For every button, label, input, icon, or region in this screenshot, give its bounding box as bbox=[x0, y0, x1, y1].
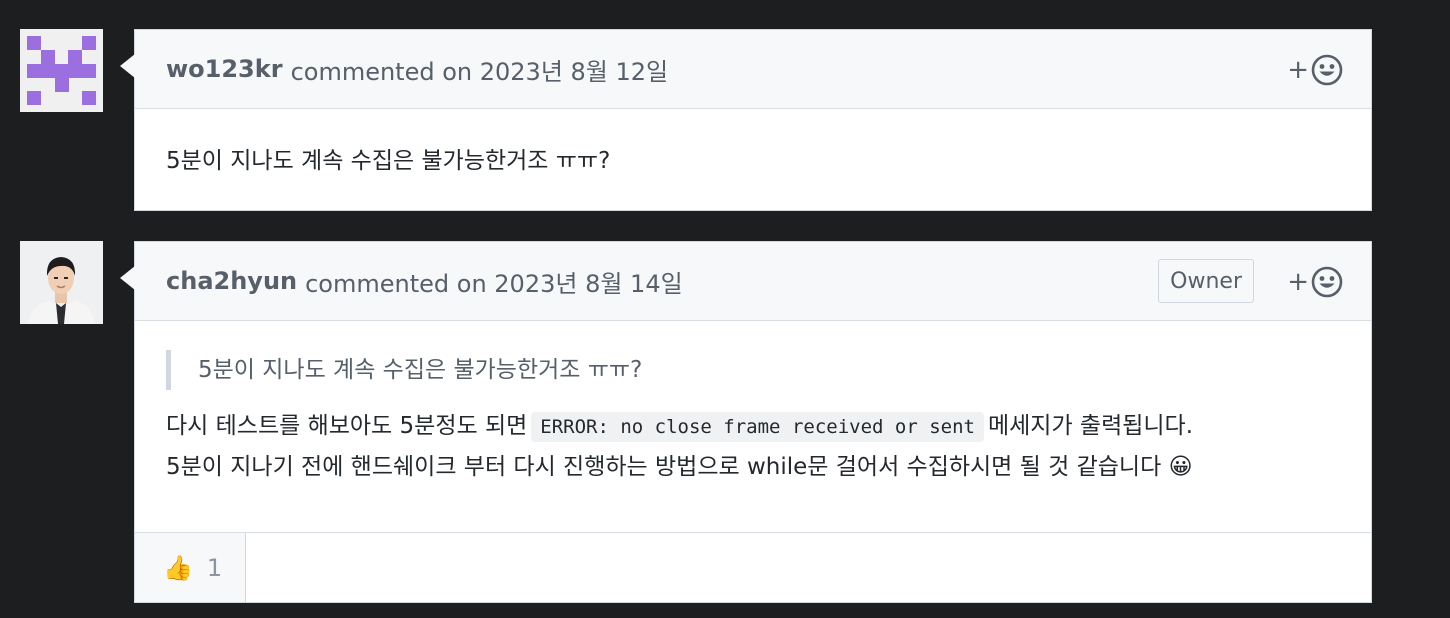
comment-box: cha2hyun commented on 2023년 8월 14일 Owner… bbox=[120, 241, 1372, 603]
comment-timestamp[interactable]: commented on 2023년 8월 14일 bbox=[305, 264, 683, 299]
inline-code: ERROR: no close frame received or sent bbox=[531, 412, 984, 442]
smiley-icon bbox=[1311, 54, 1343, 86]
quoted-reply: 5분이 지나도 계속 수집은 불가능한거조 ㅠㅠ? bbox=[166, 350, 1340, 390]
grinning-emoji: 😀 bbox=[1168, 454, 1193, 480]
comment-line: 5분이 지나기 전에 핸드쉐이크 부터 다시 진행하는 방법으로 while문 … bbox=[166, 447, 1340, 487]
comment-text: 5분이 지나도 계속 수집은 불가능한거조 ㅠㅠ? bbox=[166, 148, 611, 174]
smiley-icon bbox=[1311, 266, 1343, 298]
owner-badge: Owner bbox=[1158, 259, 1254, 303]
add-reaction-button[interactable]: + bbox=[1287, 264, 1343, 300]
plus-icon: + bbox=[1287, 55, 1309, 85]
comment-thread: wo123kr commented on 2023년 8월 12일 + 5분이 … bbox=[0, 0, 1450, 618]
comment-text: 메세지가 출력됩니다. bbox=[987, 413, 1194, 439]
comment-text: 다시 테스트를 해보아도 5분정도 되면 bbox=[166, 413, 528, 439]
avatar[interactable] bbox=[20, 241, 103, 324]
comment-line: 다시 테스트를 해보아도 5분정도 되면 ERROR: no close fram… bbox=[166, 406, 1340, 447]
comment-timestamp[interactable]: commented on 2023년 8월 12일 bbox=[291, 52, 669, 87]
avatar[interactable] bbox=[20, 29, 103, 112]
comment-header: cha2hyun commented on 2023년 8월 14일 Owner… bbox=[135, 242, 1371, 321]
identicon-avatar bbox=[20, 29, 103, 112]
profile-photo-avatar bbox=[20, 241, 103, 324]
comment-header: wo123kr commented on 2023년 8월 12일 + bbox=[135, 30, 1371, 109]
add-reaction-button[interactable]: + bbox=[1287, 52, 1343, 88]
thumbs-up-reaction-button[interactable]: 👍 1 bbox=[134, 533, 246, 603]
author-link[interactable]: cha2hyun bbox=[166, 267, 297, 295]
plus-icon: + bbox=[1287, 267, 1309, 297]
comment-text: 5분이 지나기 전에 핸드쉐이크 부터 다시 진행하는 방법으로 while문 … bbox=[166, 454, 1162, 480]
thumbs-up-icon: 👍 bbox=[163, 553, 193, 582]
comment-body: 5분이 지나도 계속 수집은 불가능한거조 ㅠㅠ? 다시 테스트를 해보아도 5… bbox=[135, 321, 1371, 487]
comment-box: wo123kr commented on 2023년 8월 12일 + 5분이 … bbox=[120, 29, 1372, 211]
author-link[interactable]: wo123kr bbox=[166, 55, 283, 83]
comment-body: 5분이 지나도 계속 수집은 불가능한거조 ㅠㅠ? bbox=[135, 109, 1371, 181]
reaction-count: 1 bbox=[206, 553, 223, 582]
reactions-bar: 👍 1 bbox=[134, 532, 1372, 603]
